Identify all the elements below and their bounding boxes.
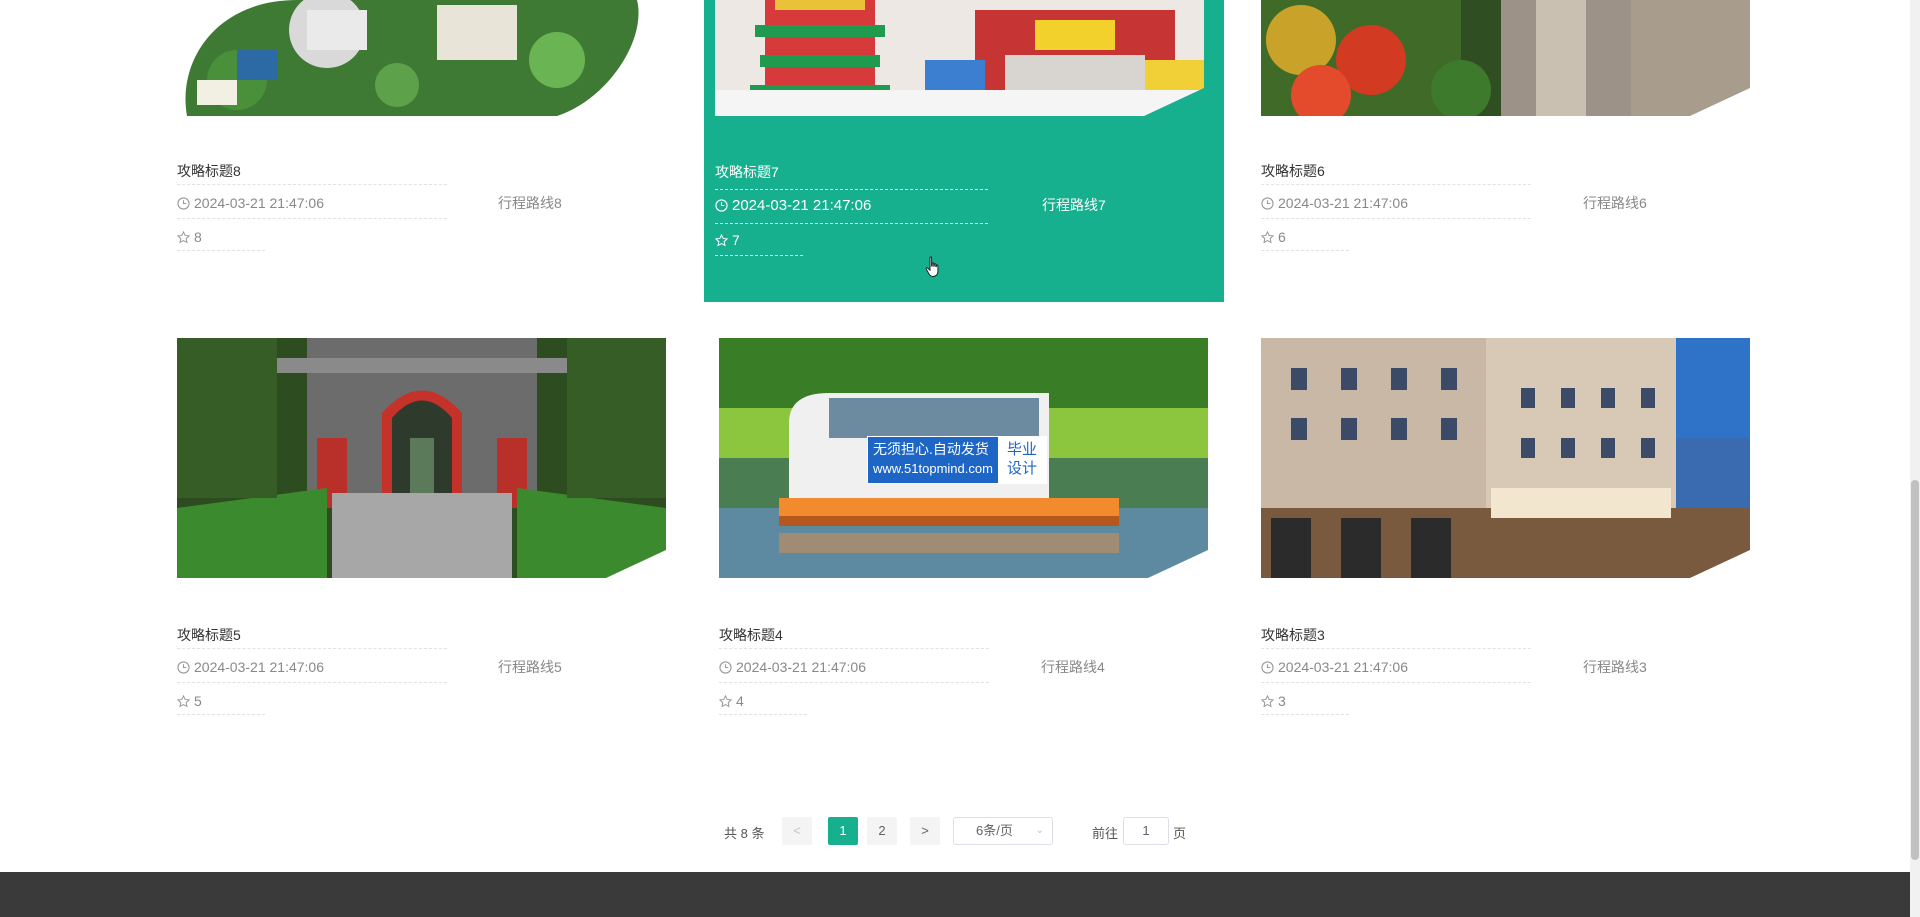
star-icon bbox=[1261, 230, 1274, 243]
card-title[interactable]: 攻略标题3 bbox=[1261, 625, 1325, 645]
card-favorites-count: 4 bbox=[736, 693, 744, 709]
guide-card-image[interactable] bbox=[1261, 338, 1750, 578]
page-footer bbox=[0, 872, 1910, 917]
page-size-value: 6条/页 bbox=[976, 823, 1013, 838]
card-title[interactable]: 攻略标题4 bbox=[719, 625, 783, 645]
star-icon bbox=[715, 233, 728, 246]
watermark-badge: 无须担心.自动发货 www.51topmind.com 毕业 设计 bbox=[867, 436, 1047, 484]
guide-card[interactable]: 攻略标题5 2024-03-21 21:47:06 5 行程路线5 bbox=[177, 338, 666, 715]
guide-card-image[interactable] bbox=[1261, 0, 1750, 116]
page-button-2[interactable]: 2 bbox=[867, 817, 897, 845]
card-favorites-count: 6 bbox=[1278, 229, 1286, 245]
card-route: 行程路线8 bbox=[498, 195, 562, 211]
card-time: 2024-03-21 21:47:06 bbox=[1261, 195, 1408, 211]
card-favorites: 5 bbox=[177, 693, 202, 709]
watermark-line2: www.51topmind.com bbox=[873, 461, 993, 476]
card-route: 行程路线4 bbox=[1041, 659, 1105, 675]
card-title[interactable]: 攻略标题5 bbox=[177, 625, 241, 645]
guide-card-image[interactable] bbox=[715, 0, 1204, 116]
card-time: 2024-03-21 21:47:06 bbox=[177, 659, 324, 675]
guide-card[interactable]: 攻略标题6 2024-03-21 21:47:06 6 行程路线6 bbox=[1261, 0, 1750, 251]
scrollbar-track[interactable] bbox=[1910, 0, 1920, 917]
pagination-total: 共 8 条 bbox=[724, 826, 765, 841]
prev-page-button[interactable]: < bbox=[782, 817, 812, 845]
card-time: 2024-03-21 21:47:06 bbox=[1261, 659, 1408, 675]
card-time: 2024-03-21 21:47:06 bbox=[719, 659, 866, 675]
clock-icon bbox=[177, 660, 190, 674]
card-route: 行程路线7 bbox=[1042, 197, 1106, 213]
card-favorites-count: 7 bbox=[732, 232, 740, 248]
star-icon bbox=[177, 694, 190, 707]
card-favorites: 3 bbox=[1261, 693, 1286, 709]
page-button-1[interactable]: 1 bbox=[828, 817, 858, 845]
star-icon bbox=[177, 230, 190, 243]
card-time-text: 2024-03-21 21:47:06 bbox=[1278, 659, 1408, 675]
watermark-right-line1: 毕业 bbox=[1006, 441, 1037, 458]
hand-cursor-icon bbox=[925, 256, 939, 277]
card-favorites: 7 bbox=[715, 232, 740, 248]
card-time: 2024-03-21 21:47:06 bbox=[715, 197, 871, 214]
watermark-right-line2: 设计 bbox=[1006, 460, 1037, 477]
card-time-text: 2024-03-21 21:47:06 bbox=[194, 659, 324, 675]
guide-card[interactable]: 攻略标题7 2024-03-21 21:47:06 7 行程路线7 bbox=[715, 0, 1204, 256]
guide-card-image[interactable] bbox=[177, 0, 666, 116]
clock-icon bbox=[719, 660, 732, 674]
card-route: 行程路线3 bbox=[1583, 659, 1647, 675]
clock-icon bbox=[177, 196, 190, 210]
card-favorites-count: 3 bbox=[1278, 693, 1286, 709]
card-time-text: 2024-03-21 21:47:06 bbox=[194, 195, 324, 211]
card-title[interactable]: 攻略标题7 bbox=[715, 162, 779, 182]
goto-label: 前往 bbox=[1092, 826, 1119, 841]
card-favorites: 8 bbox=[177, 229, 202, 245]
card-title[interactable]: 攻略标题8 bbox=[177, 161, 241, 181]
card-time: 2024-03-21 21:47:06 bbox=[177, 195, 324, 211]
guide-card-image[interactable] bbox=[177, 338, 666, 578]
guide-card[interactable]: 攻略标题3 2024-03-21 21:47:06 3 行程路线3 bbox=[1261, 338, 1750, 715]
guide-card[interactable]: 攻略标题8 2024-03-21 21:47:06 8 行程路线8 bbox=[177, 0, 666, 251]
goto-suffix: 页 bbox=[1173, 826, 1187, 841]
card-time-text: 2024-03-21 21:47:06 bbox=[736, 659, 866, 675]
goto-page-input[interactable]: 1 bbox=[1123, 817, 1169, 845]
page-size-select[interactable]: 6条/页 ⌄ bbox=[953, 817, 1053, 845]
clock-icon bbox=[1261, 196, 1274, 210]
card-title[interactable]: 攻略标题6 bbox=[1261, 161, 1325, 181]
card-time-text: 2024-03-21 21:47:06 bbox=[1278, 195, 1408, 211]
clock-icon bbox=[715, 199, 728, 212]
clock-icon bbox=[1261, 660, 1274, 674]
card-route: 行程路线5 bbox=[498, 659, 562, 675]
card-favorites-count: 5 bbox=[194, 693, 202, 709]
star-icon bbox=[1261, 694, 1274, 707]
card-favorites-count: 8 bbox=[194, 229, 202, 245]
scrollbar-thumb[interactable] bbox=[1911, 480, 1919, 860]
pagination: 共 8 条 < 1 2 > 6条/页 ⌄ 前往 1 页 bbox=[0, 817, 1920, 845]
card-favorites: 4 bbox=[719, 693, 744, 709]
card-favorites: 6 bbox=[1261, 229, 1286, 245]
watermark-line1: 无须担心.自动发货 bbox=[873, 441, 989, 457]
next-page-button[interactable]: > bbox=[910, 817, 940, 845]
star-icon bbox=[719, 694, 732, 707]
card-time-text: 2024-03-21 21:47:06 bbox=[732, 197, 872, 214]
chevron-down-icon: ⌄ bbox=[1035, 825, 1044, 836]
card-route: 行程路线6 bbox=[1583, 195, 1647, 211]
